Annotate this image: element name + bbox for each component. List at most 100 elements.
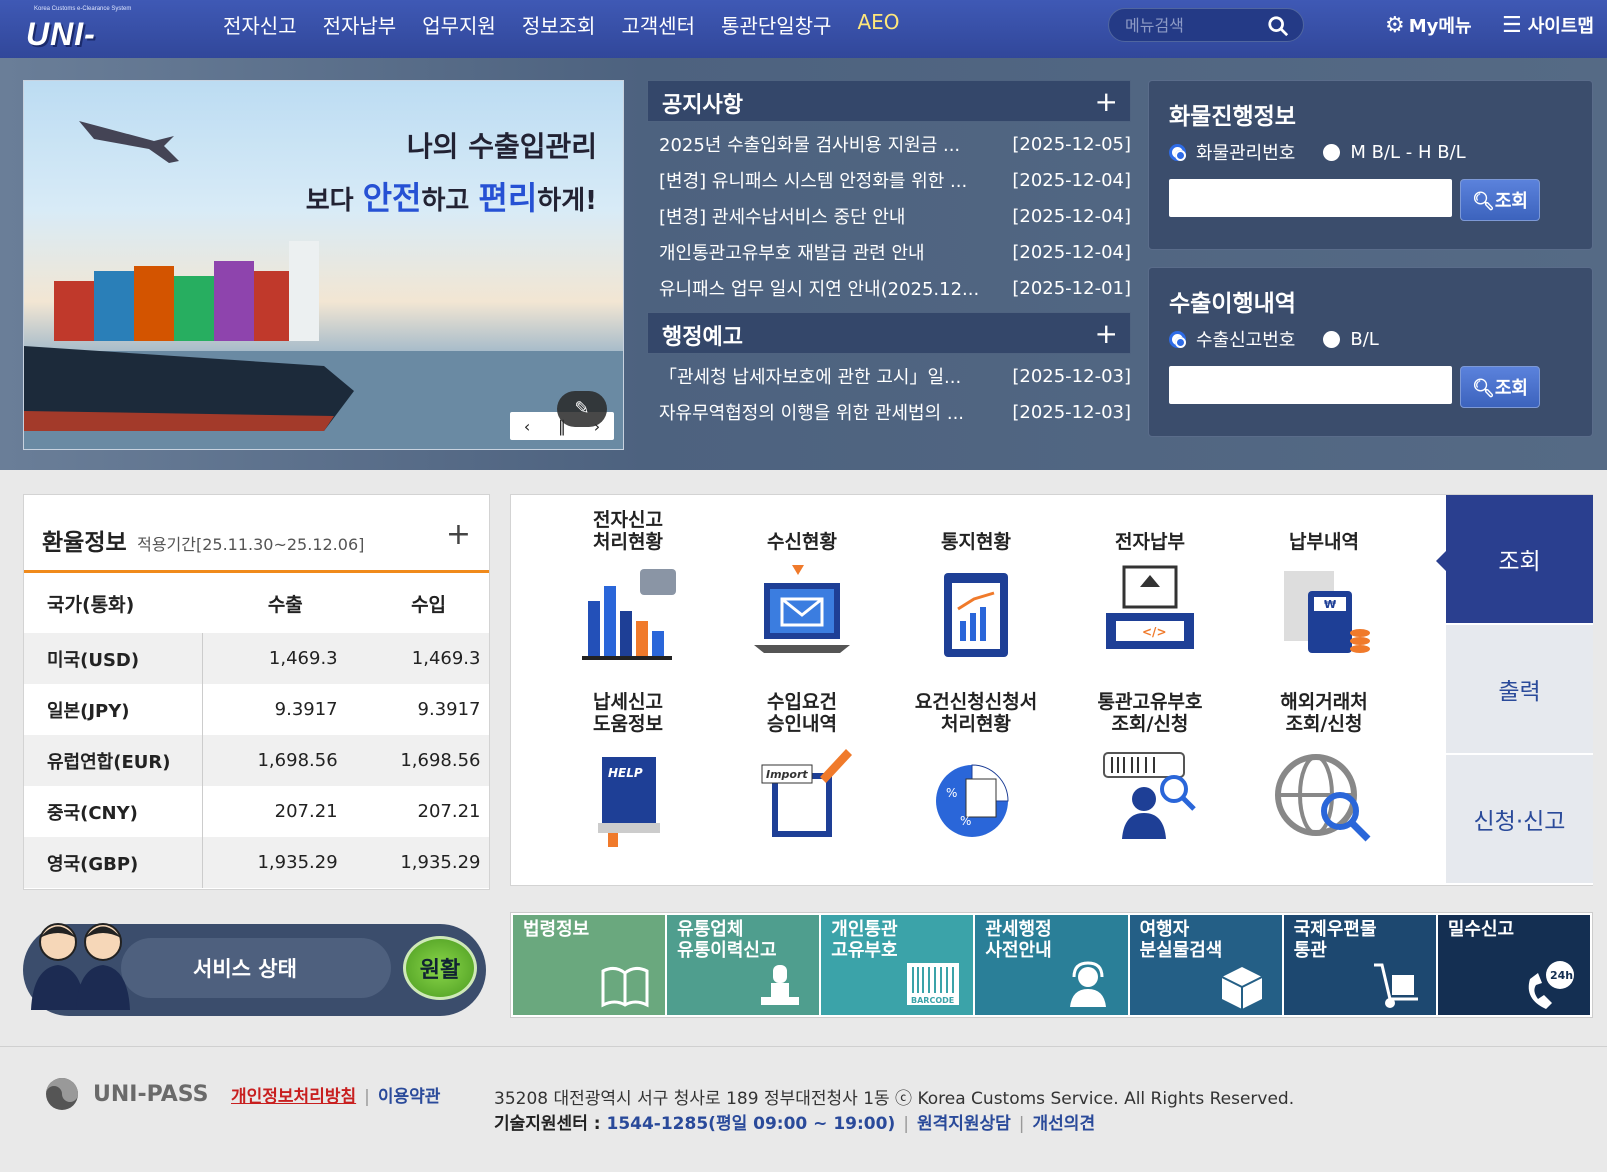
remote-support-link[interactable]: 원격지원상담 [917,1114,1011,1134]
service-label: 납세신고 도움정보 [593,691,663,735]
footer-logo[interactable]: UNI-PASS [45,1077,208,1111]
nav-customer-center[interactable]: 고객센터 [608,0,708,46]
footer-support: 기술지원센터 : 1544-1285(평일 09:00 ~ 19:00) | 원격지… [494,1114,1096,1134]
svg-text:%: % [960,814,971,828]
list-item[interactable]: 개인통관고유부호 재발급 관련 안내 [2025-12-04] [647,234,1131,270]
quick-link[interactable]: 개인통관 고유부호 BARCODE [821,915,974,1015]
quick-link[interactable]: 법령정보 [513,915,666,1015]
table-row: 유럽연합(EUR) 1,698.56 1,698.56 [24,735,489,786]
service-item[interactable]: 통지현황 [889,507,1063,675]
nav-electronic-payment[interactable]: 전자납부 [310,0,410,46]
cargo-option-management-no[interactable]: 화물관리번호 [1169,139,1295,165]
banner-line-1: 나의 수출입관리 [406,130,597,163]
radio-selected-icon [1169,143,1186,161]
nav-business-support[interactable]: 업무지원 [409,0,509,46]
svg-text:Import: Import [766,768,808,781]
quick-link[interactable]: 유통업체 유통이력신고 [667,915,820,1015]
exchange-title: 환율정보 [42,530,127,556]
quick-link-label: 국제우편물 통관 [1293,919,1377,961]
service-label: 해외거래처 조회/신청 [1280,691,1368,735]
service-item[interactable]: 전자납부 </> [1063,507,1237,675]
cargo-search-button[interactable]: 🔍︎조회 [1460,179,1540,221]
notice-header: 공지사항 + [647,80,1131,122]
service-item[interactable]: 수입요건 승인내역 Import [715,689,889,857]
list-item[interactable]: [변경] 유니패스 시스템 안정화를 위한 ... [2025-12-04] [647,162,1131,198]
export-search-input[interactable] [1169,366,1452,404]
main-banner[interactable]: 나의 수출입관리 보다 안전하고 편리하게! ‹ ∥ › ✎ [23,80,624,450]
notice-more-button[interactable]: + [1095,85,1118,118]
export-option-declaration-no[interactable]: 수출신고번호 [1169,326,1295,352]
notice-title: 공지사항 [662,93,743,118]
percent-pie-icon: %% [936,764,1009,837]
sitemap-label: 사이트맵 [1527,16,1594,37]
quick-link-label: 유통업체 유통이력신고 [677,919,777,961]
globe-search-icon [1275,754,1371,842]
nav-electronic-declaration[interactable]: 전자신고 [210,0,310,46]
banner-prev-button[interactable]: ‹ [524,417,530,436]
my-menu-button[interactable]: ⚙ My메뉴 [1385,12,1472,38]
list-item[interactable]: 유니패스 업무 일시 지연 안내(2025.12... [2025-12-01] [647,270,1131,306]
status-badge: 원활 [403,936,477,1000]
svg-text:%: % [946,786,957,800]
radio-icon [1323,330,1341,348]
quick-link[interactable]: 밀수신고 24h [1437,915,1590,1015]
service-item[interactable]: 해외거래처 조회/신청 [1237,689,1411,857]
list-item[interactable]: 자유무역협정의 이행을 위한 관세법의 ... [2025-12-03] [647,394,1131,430]
service-item[interactable]: 납세신고 도움정보 HELP [541,689,715,857]
quick-link[interactable]: 여행자 분실물검색 [1129,915,1282,1015]
exchange-header: 환율정보 적용기간[25.11.30~25.12.06] + [24,495,489,573]
feedback-link[interactable]: 개선의견 [1033,1114,1096,1134]
list-item[interactable]: 2025년 수출입화물 검사비용 지원금 ... [2025-12-05] [647,126,1131,162]
list-item[interactable]: 「관세청 납세자보호에 관한 고시」일... [2025-12-03] [647,358,1131,394]
import-document-icon: Import [761,749,852,837]
exchange-table: 국가(통화) 수출 수입 미국(USD) 1,469.3 1,469.3 일본(JP… [24,573,489,888]
service-label: 통지현황 [941,531,1011,553]
export-option-bl[interactable]: B/L [1323,329,1379,350]
admin-notice-more-button[interactable]: + [1095,317,1118,350]
service-item[interactable]: 수신현황 [715,507,889,675]
service-item[interactable]: 요건신청신청서 처리현황%% [889,689,1063,857]
phone-24h-text: 24h [1550,969,1573,982]
admin-notice-title: 행정예고 [662,325,743,350]
nav-aeo[interactable]: AEO [844,0,912,46]
svg-text:₩: ₩ [1324,598,1336,611]
radio-icon [1323,143,1341,161]
barcode-text: BARCODE [911,996,954,1005]
main-nav: 전자신고 전자납부 업무지원 정보조회 고객센터 통관단일창구 AEO [210,0,913,46]
sitemap-button[interactable]: ☰ 사이트맵 [1502,12,1594,38]
service-status-label: 서비스 상태 [121,938,391,998]
list-item[interactable]: [변경] 관세수납서비스 중단 안내 [2025-12-04] [647,198,1131,234]
tab-inquiry[interactable]: 조회 [1436,495,1593,625]
privacy-policy-link[interactable]: 개인정보처리방침 [231,1087,356,1107]
book-icon [601,966,649,1008]
export-search-button[interactable]: 🔍︎조회 [1460,366,1540,408]
search-icon[interactable] [1267,15,1289,37]
services-panel: 전자신고 처리현황 수신현황 통지현황 전자납부 </> 납부내역 ₩ 납세신고 도움정보 HE… [510,494,1593,886]
nav-info-inquiry[interactable]: 정보조회 [509,0,609,46]
exchange-rate-panel: 환율정보 적용기간[25.11.30~25.12.06] + 국가(통화) 수출… [23,494,490,890]
tab-application[interactable]: 신청·신고 [1446,755,1593,885]
nav-single-window[interactable]: 통관단일창구 [708,0,844,46]
uni-pass-logo[interactable]: Korea Customs e-Clearance System UNI-PAS… [26,6,176,89]
service-item[interactable]: 통관고유부호 조회/신청 [1063,689,1237,857]
export-radio-group: 수출신고번호 B/L [1169,326,1572,352]
quick-link[interactable]: 국제우편물 통관 [1283,915,1436,1015]
exchange-more-button[interactable]: + [446,517,471,552]
quick-link-label: 개인통관 고유부호 [831,919,898,961]
airplane-icon [79,121,179,163]
cargo-search-input[interactable] [1169,179,1452,217]
magic-wand-icon[interactable]: ✎ [557,391,607,427]
radio-selected-icon [1169,330,1186,348]
service-item[interactable]: 전자신고 처리현황 [541,507,715,675]
cargo-title: 화물진행정보 [1169,104,1296,130]
logo-tagline: Korea Customs e-Clearance System [34,6,132,12]
terms-link[interactable]: 이용약관 [378,1087,441,1107]
cargo-option-bl[interactable]: M B/L - H B/L [1323,142,1466,163]
table-row: 영국(GBP) 1,935.29 1,935.29 [24,837,489,888]
menu-search-input[interactable] [1125,13,1265,37]
services-grid: 전자신고 처리현황 수신현황 통지현황 전자납부 </> 납부내역 ₩ 납세신고 도움정보 HE… [511,495,1446,885]
tab-print[interactable]: 출력 [1446,625,1593,755]
quick-link[interactable]: 관세행정 사전안내 [975,915,1128,1015]
barcode-person-icon [1103,752,1196,839]
service-item[interactable]: 납부내역 ₩ [1237,507,1411,675]
